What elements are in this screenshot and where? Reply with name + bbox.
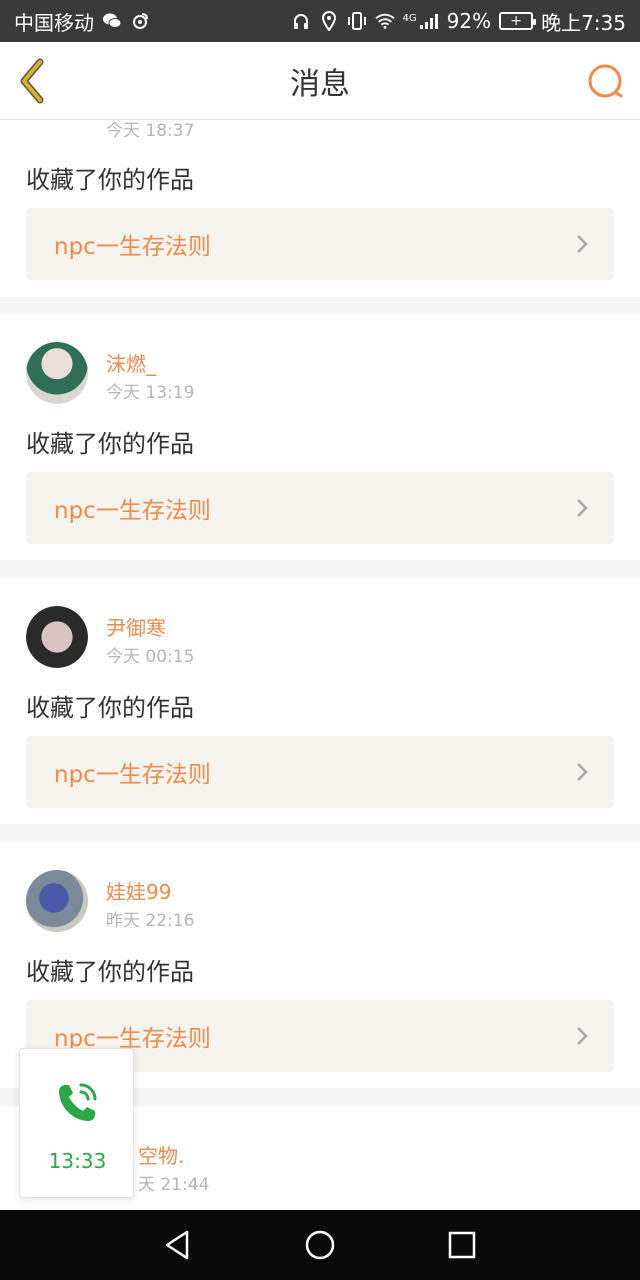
work-link[interactable]: npc一生存法则 [26,472,614,544]
message-list[interactable]: 今天 18:37 收藏了你的作品 npc一生存法则 沫燃_ 今天 13:19 收… [0,120,640,1210]
message-action: 收藏了你的作品 [26,958,194,986]
avatar[interactable] [26,870,88,932]
work-title: npc一生存法则 [54,762,211,788]
nav-back-icon[interactable] [161,1228,195,1262]
message-time: 今天 18:37 [106,121,195,141]
work-title: npc一生存法则 [54,234,211,260]
clock: 晚上7:35 [541,10,626,35]
work-link[interactable]: npc一生存法则 [26,208,614,280]
work-link[interactable]: npc一生存法则 [26,736,614,808]
username[interactable]: 空物. [138,1140,184,1169]
chevron-right-icon [577,763,588,781]
headphones-icon [291,11,311,31]
header: 消息 [0,42,640,120]
chevron-right-icon [577,235,588,253]
ongoing-call-widget[interactable]: 13:33 [19,1048,134,1198]
message-action: 收藏了你的作品 [26,430,194,458]
carrier-label: 中国移动 [14,10,94,35]
avatar[interactable] [26,342,88,404]
message-item: 尹御寒 今天 00:15 收藏了你的作品 npc一生存法则 [0,578,640,824]
message-action: 收藏了你的作品 [26,166,194,194]
weibo-icon [130,11,150,31]
wifi-icon [374,11,395,31]
signal-icon [419,11,439,31]
username[interactable]: 娃娃99 [106,876,171,905]
network-type-label: 4G [402,12,417,24]
search-button[interactable] [586,62,626,102]
battery-icon: + [499,12,537,30]
search-icon [588,64,623,98]
chevron-right-icon [577,499,588,517]
message-time: 天 21:44 [138,1175,210,1195]
phone-call-icon [59,1083,97,1121]
message-time: 昨天 22:16 [106,911,195,931]
message-time: 今天 13:19 [106,383,195,403]
work-title: npc一生存法则 [54,498,211,524]
page-title: 消息 [290,66,350,102]
battery-percent: 92% [446,9,492,33]
back-button[interactable] [14,56,54,106]
back-arrow-icon [20,58,44,104]
wechat-icon [102,11,122,31]
nav-home-icon[interactable] [303,1228,337,1262]
avatar[interactable] [26,606,88,668]
chevron-right-icon [577,1027,588,1045]
message-action: 收藏了你的作品 [26,694,194,722]
system-nav-bar [0,1210,640,1280]
call-duration: 13:33 [48,1149,107,1173]
username[interactable]: 尹御寒 [106,612,166,641]
message-item: 今天 18:37 收藏了你的作品 npc一生存法则 [0,120,640,297]
username[interactable]: 沫燃_ [106,348,156,377]
message-item: 沫燃_ 今天 13:19 收藏了你的作品 npc一生存法则 [0,314,640,560]
location-icon [319,11,339,31]
message-time: 今天 00:15 [106,647,195,667]
vibrate-icon [347,11,367,31]
status-bar: 中国移动 4G 92% + 晚上7:35 [0,0,640,42]
nav-recents-icon[interactable] [445,1228,479,1262]
